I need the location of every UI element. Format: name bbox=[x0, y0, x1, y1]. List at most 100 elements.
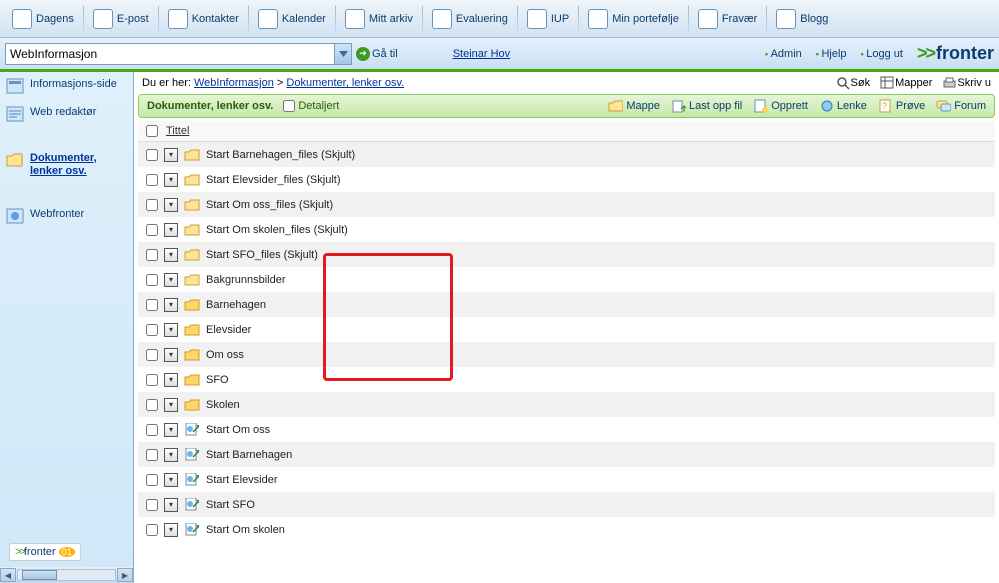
folder-icon bbox=[184, 148, 200, 161]
nav-portefolje[interactable]: Min portefølje bbox=[580, 5, 687, 33]
row-checkbox[interactable] bbox=[146, 299, 158, 311]
mail-icon bbox=[93, 9, 113, 29]
row-menu-button[interactable]: ▾ bbox=[164, 273, 178, 287]
row-checkbox[interactable] bbox=[146, 324, 158, 336]
sidebar-scrollbar[interactable]: ◀ ▶ bbox=[0, 567, 133, 583]
svg-text:?: ? bbox=[882, 101, 887, 111]
nav-evaluering[interactable]: Evaluering bbox=[424, 5, 516, 33]
list-row[interactable]: ▾Elevsider bbox=[138, 317, 995, 342]
row-menu-button[interactable]: ▾ bbox=[164, 423, 178, 437]
row-menu-button[interactable]: ▾ bbox=[164, 448, 178, 462]
row-checkbox[interactable] bbox=[146, 174, 158, 186]
folder-icon bbox=[184, 248, 200, 261]
room-selector[interactable] bbox=[5, 43, 352, 65]
folder-icon bbox=[184, 223, 200, 236]
info-page-icon bbox=[6, 78, 24, 94]
row-checkbox[interactable] bbox=[146, 199, 158, 211]
row-menu-button[interactable]: ▾ bbox=[164, 198, 178, 212]
nav-dagens[interactable]: Dagens bbox=[4, 5, 82, 33]
list-row[interactable]: ▾Start Barnehagen bbox=[138, 442, 995, 467]
user-link[interactable]: Steinar Hov bbox=[453, 48, 510, 60]
row-menu-button[interactable]: ▾ bbox=[164, 223, 178, 237]
row-checkbox[interactable] bbox=[146, 274, 158, 286]
nav-epost[interactable]: E-post bbox=[85, 5, 157, 33]
row-menu-button[interactable]: ▾ bbox=[164, 298, 178, 312]
row-menu-button[interactable]: ▾ bbox=[164, 173, 178, 187]
sidebar-item-info[interactable]: Informasjons-side bbox=[0, 72, 133, 100]
row-checkbox[interactable] bbox=[146, 149, 158, 161]
nav-kontakter[interactable]: Kontakter bbox=[160, 5, 247, 33]
sidebar-item-webfronter[interactable]: Webfronter bbox=[0, 202, 133, 230]
row-checkbox[interactable] bbox=[146, 474, 158, 486]
row-label: Start SFO bbox=[206, 499, 255, 511]
logout-link[interactable]: Logg ut bbox=[861, 48, 903, 60]
row-menu-button[interactable]: ▾ bbox=[164, 323, 178, 337]
folders-action[interactable]: Mapper bbox=[880, 76, 932, 90]
nav-fravaer[interactable]: Fravær bbox=[690, 5, 765, 33]
nav-blogg[interactable]: Blogg bbox=[768, 5, 836, 33]
detail-toggle[interactable]: Detaljert bbox=[283, 100, 339, 112]
row-menu-button[interactable]: ▾ bbox=[164, 523, 178, 537]
row-label: SFO bbox=[206, 374, 229, 386]
nav-mittarkiv[interactable]: Mitt arkiv bbox=[337, 5, 421, 33]
sidebar-item-redaktor[interactable]: Web redaktør bbox=[0, 100, 133, 128]
select-all-checkbox[interactable] bbox=[146, 125, 158, 137]
nav-kalender[interactable]: Kalender bbox=[250, 5, 334, 33]
calendar-day-icon bbox=[12, 9, 32, 29]
list-row[interactable]: ▾Om oss bbox=[138, 342, 995, 367]
row-checkbox[interactable] bbox=[146, 499, 158, 511]
room-selector-dropdown-button[interactable] bbox=[334, 44, 351, 64]
scroll-right-icon[interactable]: ▶ bbox=[117, 568, 133, 582]
list-row[interactable]: ▾Barnehagen bbox=[138, 292, 995, 317]
row-menu-button[interactable]: ▾ bbox=[164, 498, 178, 512]
page-icon bbox=[184, 448, 200, 461]
print-action[interactable]: Skriv u bbox=[942, 76, 991, 90]
list-row[interactable]: ▾Start Elevsider_files (Skjult) bbox=[138, 167, 995, 192]
list-row[interactable]: ▾Start SFO_files (Skjult) bbox=[138, 242, 995, 267]
context-toolbar: ➔ Gå til Steinar Hov Admin Hjelp Logg ut… bbox=[0, 38, 999, 72]
row-checkbox[interactable] bbox=[146, 349, 158, 361]
help-link[interactable]: Hjelp bbox=[816, 48, 847, 60]
list-row[interactable]: ▾ SFO bbox=[138, 367, 995, 392]
row-checkbox[interactable] bbox=[146, 524, 158, 536]
list-row[interactable]: ▾ Bakgrunnsbilder bbox=[138, 267, 995, 292]
row-checkbox[interactable] bbox=[146, 399, 158, 411]
list-row[interactable]: ▾Start Om skolen bbox=[138, 517, 995, 542]
row-label: Bakgrunnsbilder bbox=[206, 274, 286, 286]
list-row[interactable]: ▾Start Om oss bbox=[138, 417, 995, 442]
row-checkbox[interactable] bbox=[146, 224, 158, 236]
row-menu-button[interactable]: ▾ bbox=[164, 398, 178, 412]
create-button[interactable]: Opprett bbox=[753, 99, 808, 113]
search-action[interactable]: Søk bbox=[836, 76, 871, 90]
row-checkbox[interactable] bbox=[146, 374, 158, 386]
admin-link[interactable]: Admin bbox=[765, 48, 802, 60]
breadcrumb-current[interactable]: Dokumenter, lenker osv. bbox=[286, 77, 404, 89]
row-menu-button[interactable]: ▾ bbox=[164, 348, 178, 362]
breadcrumb-room[interactable]: WebInformasjon bbox=[194, 77, 274, 89]
list-row[interactable]: ▾Start Elevsider bbox=[138, 467, 995, 492]
new-folder-button[interactable]: Mappe bbox=[608, 99, 660, 113]
forum-button[interactable]: Forum bbox=[936, 99, 986, 113]
row-menu-button[interactable]: ▾ bbox=[164, 148, 178, 162]
row-checkbox[interactable] bbox=[146, 249, 158, 261]
scroll-left-icon[interactable]: ◀ bbox=[0, 568, 16, 582]
row-checkbox[interactable] bbox=[146, 449, 158, 461]
nav-iup[interactable]: IUP bbox=[519, 5, 577, 33]
list-row[interactable]: ▾Start Om oss_files (Skjult) bbox=[138, 192, 995, 217]
sidebar-item-dokumenter[interactable]: Dokumenter, lenker osv. bbox=[0, 146, 133, 184]
list-row[interactable]: ▾Skolen bbox=[138, 392, 995, 417]
row-checkbox[interactable] bbox=[146, 424, 158, 436]
list-row[interactable]: ▾ Start SFO bbox=[138, 492, 995, 517]
row-menu-button[interactable]: ▾ bbox=[164, 473, 178, 487]
row-menu-button[interactable]: ▾ bbox=[164, 373, 178, 387]
link-button[interactable]: Lenke bbox=[819, 99, 867, 113]
test-button[interactable]: ?Prøve bbox=[878, 99, 925, 113]
folder-icon bbox=[184, 348, 200, 361]
upload-button[interactable]: Last opp fil bbox=[671, 99, 742, 113]
column-title[interactable]: Tittel bbox=[166, 125, 189, 137]
room-selector-input[interactable] bbox=[6, 44, 333, 64]
go-button[interactable]: ➔ Gå til bbox=[356, 47, 398, 61]
row-menu-button[interactable]: ▾ bbox=[164, 248, 178, 262]
list-row[interactable]: ▾Start Om skolen_files (Skjult) bbox=[138, 217, 995, 242]
list-row[interactable]: ▾Start Barnehagen_files (Skjult) bbox=[138, 142, 995, 167]
